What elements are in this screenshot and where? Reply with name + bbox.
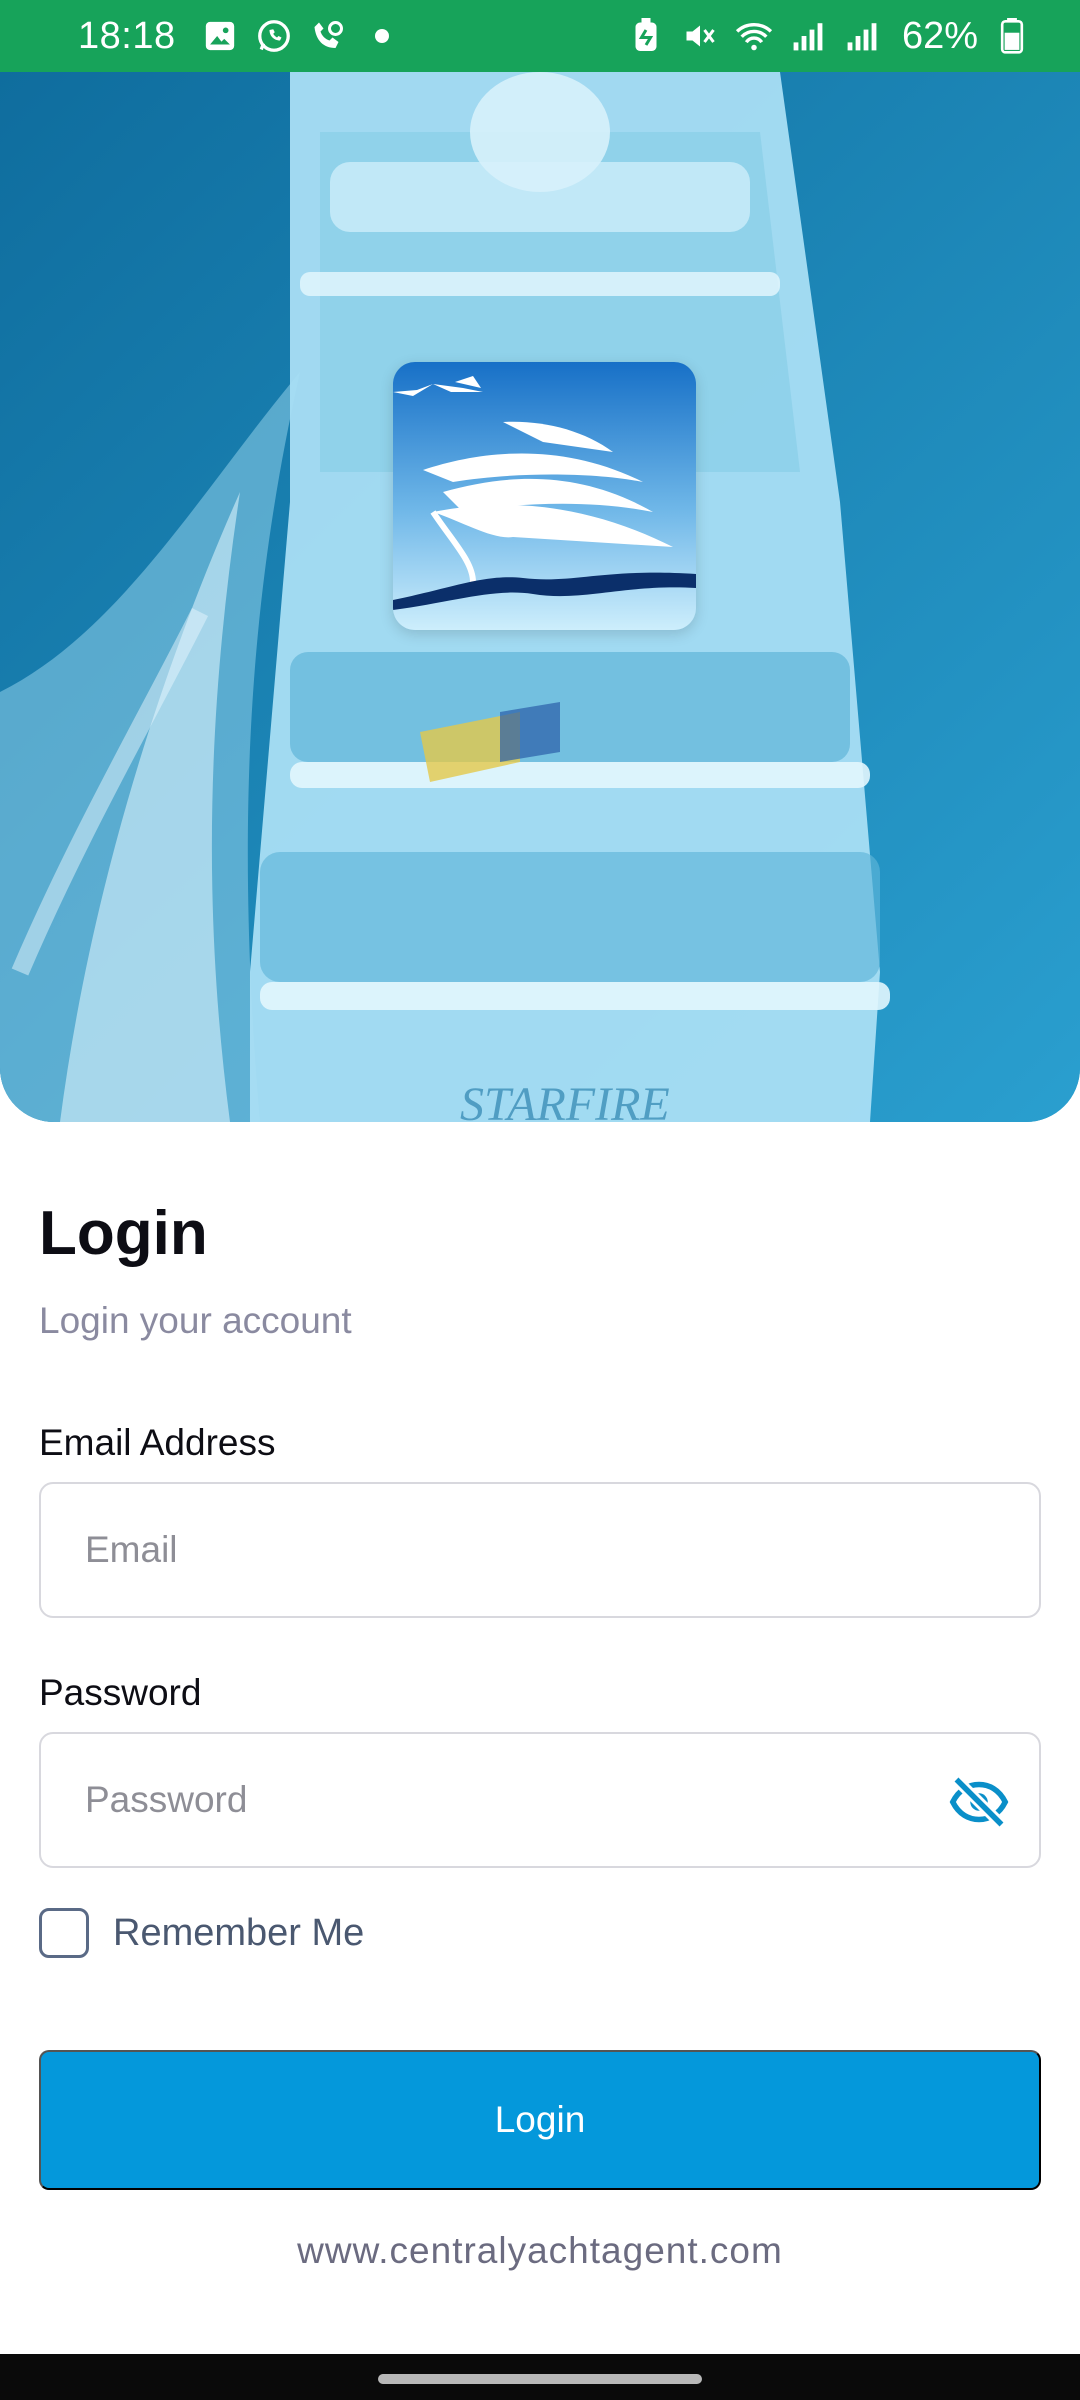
- call-icon: [308, 16, 348, 56]
- app-logo: [393, 362, 696, 630]
- boat-name: STARFIRE: [460, 1078, 670, 1122]
- hero-image: STARFIRE: [0, 72, 1080, 1122]
- eye-off-icon[interactable]: [949, 1772, 1009, 1832]
- email-field[interactable]: [41, 1484, 1039, 1616]
- status-time: 18:18: [78, 14, 176, 57]
- status-left: 18:18: [78, 15, 402, 58]
- signal-icon: [788, 16, 828, 56]
- remember-me-label: Remember Me: [113, 1911, 365, 1954]
- signal-icon: [842, 16, 882, 56]
- page-title: Login: [39, 1199, 208, 1268]
- home-indicator[interactable]: [378, 2374, 702, 2384]
- remember-me[interactable]: Remember Me: [39, 1908, 364, 1958]
- email-label: Email Address: [39, 1422, 276, 1463]
- status-bar: 18:18 62%: [0, 0, 1080, 72]
- status-right: 62%: [626, 15, 1032, 58]
- password-field[interactable]: [41, 1734, 1039, 1866]
- password-field-container: [39, 1732, 1041, 1868]
- login-button[interactable]: Login: [39, 2050, 1041, 2190]
- password-label: Password: [39, 1672, 202, 1713]
- whatsapp-icon: [254, 16, 294, 56]
- website-link[interactable]: www.centralyachtagent.com: [0, 2230, 1080, 2272]
- gallery-icon: [200, 16, 240, 56]
- dot-icon: [362, 16, 402, 56]
- mute-icon: [680, 16, 720, 56]
- remember-me-checkbox[interactable]: [39, 1908, 89, 1958]
- battery-saver-icon: [626, 16, 666, 56]
- page-subtitle: Login your account: [39, 1300, 352, 1341]
- email-field-container: [39, 1482, 1041, 1618]
- battery-percent: 62%: [901, 14, 978, 57]
- wifi-icon: [734, 16, 774, 56]
- battery-icon: [992, 16, 1032, 56]
